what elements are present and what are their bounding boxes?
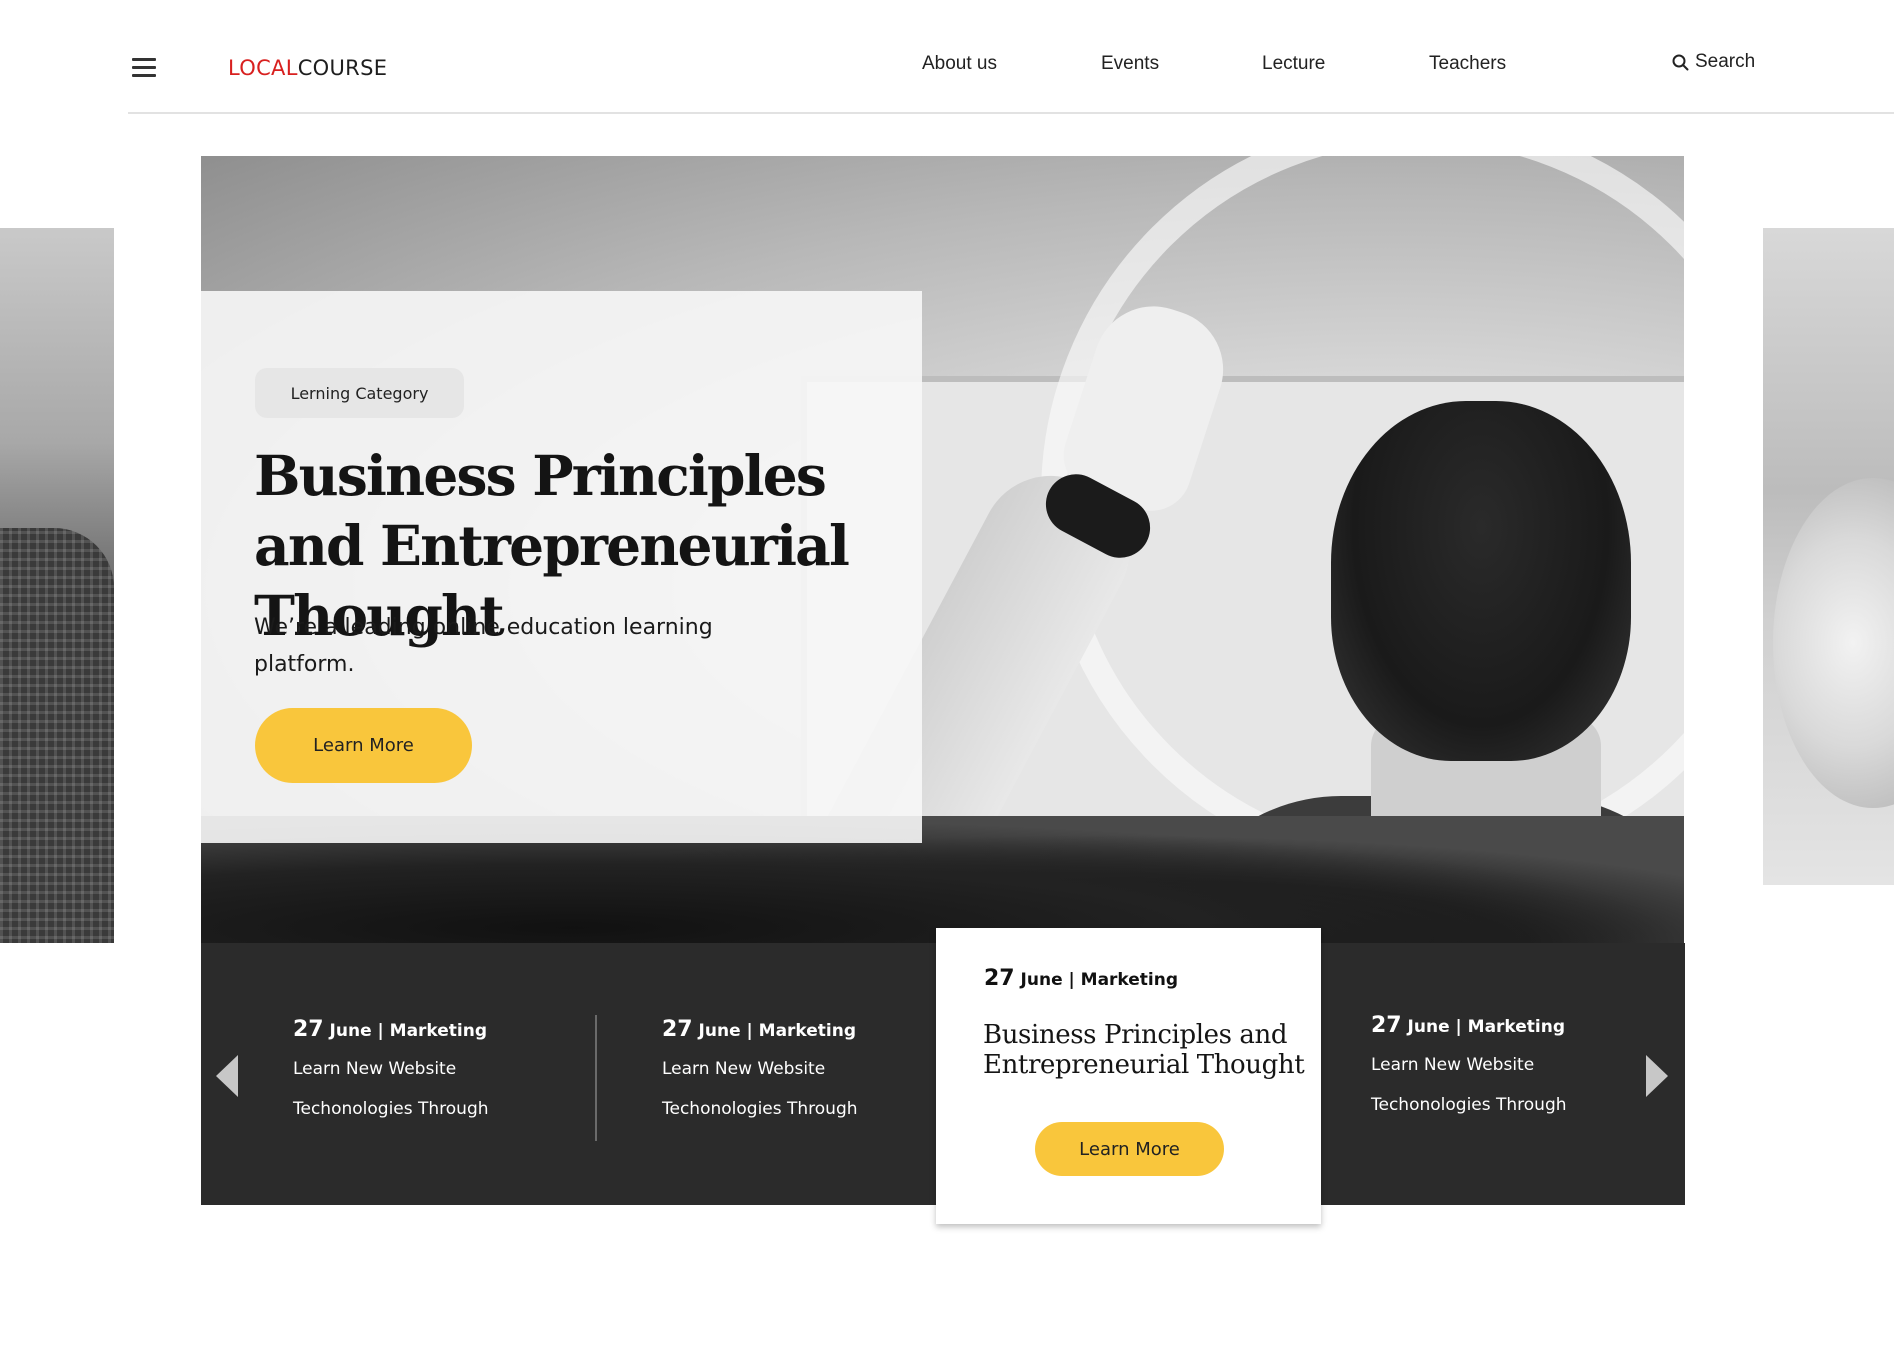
featured-learn-more-button[interactable]: Learn More xyxy=(1035,1122,1224,1176)
event-divider xyxy=(595,1015,597,1141)
event-title-line1: Learn New Website xyxy=(662,1059,826,1079)
nav-events[interactable]: Events xyxy=(1101,53,1159,75)
search-button[interactable]: Search xyxy=(1672,51,1755,73)
event-day: 27 xyxy=(662,1017,693,1042)
logo-course: COURSE xyxy=(297,56,388,80)
logo-local: LOCAL xyxy=(228,56,298,80)
event-day: 27 xyxy=(293,1017,324,1042)
menu-icon[interactable] xyxy=(132,58,156,78)
event-date-category: 27 June | Marketing xyxy=(662,1017,858,1042)
event-card[interactable]: 27 June | Marketing Learn New Website Te… xyxy=(662,1017,858,1122)
event-title-line2: Techonologies Through xyxy=(293,1099,489,1119)
event-month-category: June | Marketing xyxy=(1401,1017,1566,1037)
event-card[interactable]: 27 June | Marketing Learn New Website Te… xyxy=(1371,1013,1567,1118)
search-label: Search xyxy=(1695,51,1756,72)
event-day: 27 xyxy=(1371,1013,1402,1038)
search-icon xyxy=(1672,54,1689,70)
learn-more-button[interactable]: Learn More xyxy=(255,708,472,783)
nav-lecture[interactable]: Lecture xyxy=(1262,53,1325,75)
site-header: LOCALCOURSE About us Events Lecture Teac… xyxy=(128,0,1894,114)
event-title-line2: Techonologies Through xyxy=(662,1099,858,1119)
next-slide-image[interactable] xyxy=(1763,228,1894,885)
arrow-left-icon[interactable] xyxy=(216,1055,238,1097)
featured-title: Business Principles and Entrepreneurial … xyxy=(983,1020,1305,1080)
event-title-line1: Learn New Website xyxy=(1371,1055,1535,1075)
event-title-line2: Techonologies Through xyxy=(1371,1095,1567,1115)
event-date-category: 27 June | Marketing xyxy=(293,1017,489,1042)
featured-event-card[interactable]: 27 June | Marketing Business Principles … xyxy=(936,928,1321,1224)
nav-about-us[interactable]: About us xyxy=(922,53,997,75)
event-month-category: June | Marketing xyxy=(323,1021,488,1041)
event-title-line1: Learn New Website xyxy=(293,1059,457,1079)
event-date-category: 27 June | Marketing xyxy=(1371,1013,1567,1038)
event-card[interactable]: 27 June | Marketing Learn New Website Te… xyxy=(293,1017,489,1122)
nav-teachers[interactable]: Teachers xyxy=(1429,53,1506,75)
event-month-category: June | Marketing xyxy=(692,1021,857,1041)
featured-month-category: June | Marketing xyxy=(1014,970,1179,990)
category-badge[interactable]: Lerning Category xyxy=(255,368,464,418)
logo[interactable]: LOCALCOURSE xyxy=(228,56,387,80)
hero-subtitle: We’re a leading online education learnin… xyxy=(254,615,713,677)
featured-day: 27 xyxy=(984,966,1015,991)
arrow-right-icon[interactable] xyxy=(1646,1055,1668,1097)
featured-date-category: 27 June | Marketing xyxy=(984,966,1178,991)
previous-slide-image[interactable] xyxy=(0,228,114,943)
hero-card: Lerning Category Business Principles and… xyxy=(201,291,922,843)
